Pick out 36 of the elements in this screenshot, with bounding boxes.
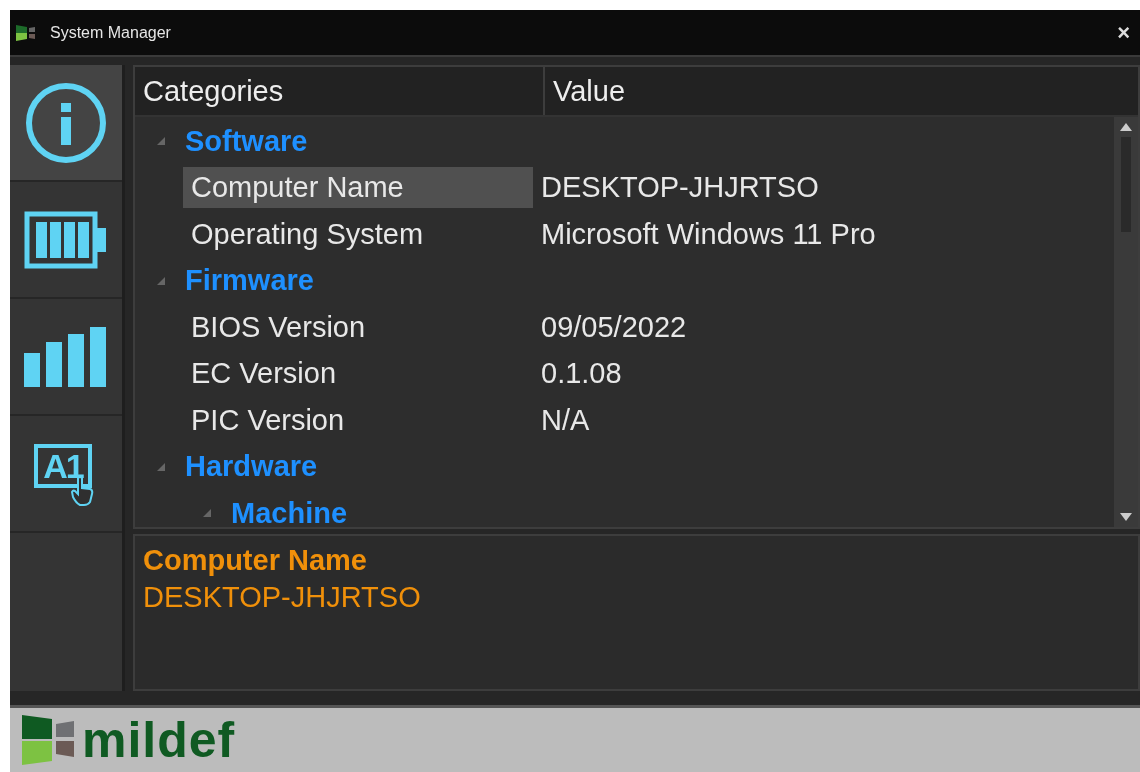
close-button[interactable]: × (1117, 21, 1130, 44)
column-header[interactable]: Categories (135, 67, 545, 115)
brand-logo: mildef (82, 715, 236, 765)
property-name[interactable]: PIC Version (183, 399, 533, 441)
property-name[interactable]: BIOS Version (183, 306, 533, 348)
expand-arrow-icon[interactable] (157, 137, 165, 146)
property-value: 09/05/2022 (541, 310, 687, 344)
property-value: N/A (541, 403, 590, 437)
expand-arrow-icon[interactable] (157, 276, 165, 285)
detail-value: DESKTOP-JHJRTSO (143, 581, 422, 614)
category-label[interactable]: Hardware (185, 450, 318, 484)
property-name[interactable]: EC Version (183, 353, 533, 395)
scroll-up-icon[interactable] (1120, 123, 1132, 131)
expand-arrow-icon[interactable] (203, 509, 211, 518)
property-value: 0.1.08 (541, 357, 622, 391)
sidebar-tab[interactable] (10, 65, 122, 182)
category-label[interactable]: Software (185, 124, 308, 158)
property-name[interactable]: Computer Name (183, 167, 533, 209)
detail-title: Computer Name (143, 544, 368, 577)
sidebar-tab[interactable] (10, 299, 122, 416)
category-label[interactable]: Firmware (185, 264, 314, 298)
logo-mark-icon (22, 715, 76, 765)
expand-arrow-icon[interactable] (157, 462, 165, 471)
sidebar-tab[interactable]: A1 (10, 416, 122, 533)
signal-bars-icon (24, 326, 108, 387)
property-value: DESKTOP-JHJRTSO (541, 171, 819, 205)
scroll-down-icon[interactable] (1120, 513, 1132, 521)
sidebar-tab[interactable] (10, 182, 122, 299)
property-name[interactable]: Operating System (183, 213, 533, 255)
scrollbar[interactable] (1114, 117, 1138, 527)
property-value: Microsoft Windows 11 Pro (541, 217, 876, 251)
column-header[interactable]: Value (545, 67, 626, 115)
info-icon (24, 80, 108, 165)
window-title: System Manager (50, 23, 172, 42)
category-label[interactable]: Machine (231, 496, 348, 527)
battery-icon (24, 210, 108, 269)
